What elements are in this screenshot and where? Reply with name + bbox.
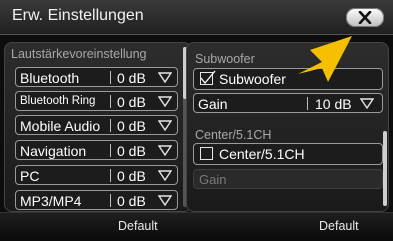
subwoofer-section-label: Subwoofer — [195, 52, 255, 66]
window-title: Erw. Einstellungen — [12, 7, 144, 24]
row-value: 0 dB — [117, 193, 146, 209]
row-value: 0 dB — [117, 143, 146, 159]
close-button[interactable] — [346, 8, 384, 27]
volume-preset-panel: Lautstärkevoreinstellung Bluetooth 0 dB … — [4, 42, 192, 212]
center-section-label: Center/5.1CH — [195, 128, 272, 142]
row-separator — [110, 169, 111, 182]
center-checkbox-label: Center/5.1CH — [219, 146, 305, 162]
chevron-down-icon — [158, 195, 172, 206]
row-value: 0 dB — [117, 118, 146, 134]
row-value: 0 dB — [117, 70, 146, 86]
row-label: Bluetooth Ring — [20, 95, 96, 107]
chevron-down-icon — [158, 72, 172, 83]
row-label: MP3/MP4 — [20, 193, 82, 209]
row-label: Navigation — [20, 143, 87, 159]
volume-row-bluetooth-ring[interactable]: Bluetooth Ring 0 dB — [15, 91, 178, 111]
volume-row-navigation[interactable]: Navigation 0 dB — [15, 140, 178, 160]
volume-row-mobile-audio[interactable]: Mobile Audio 0 dB — [15, 115, 178, 135]
subwoofer-checkbox[interactable] — [200, 70, 216, 85]
gain-label: Gain — [198, 96, 228, 112]
row-separator — [110, 71, 111, 84]
default-button-right[interactable]: Default — [319, 219, 359, 233]
volume-row-pc[interactable]: PC 0 dB — [15, 165, 178, 185]
row-separator — [307, 97, 308, 110]
row-label: Bluetooth — [20, 70, 80, 86]
chevron-down-icon — [158, 170, 172, 181]
center-checkbox-row[interactable]: Center/5.1CH — [193, 143, 383, 165]
volume-preset-label: Lautstärkevoreinstellung — [11, 47, 147, 61]
row-value: 0 dB — [117, 94, 146, 110]
row-separator — [110, 144, 111, 157]
row-separator — [110, 95, 111, 108]
center-gain-row: Gain — [193, 169, 383, 189]
subwoofer-checkbox-row[interactable]: Subwoofer — [193, 68, 383, 90]
volume-row-mp3-mp4[interactable]: MP3/MP4 0 dB — [15, 190, 178, 210]
chevron-down-icon — [360, 98, 374, 109]
chevron-down-icon — [158, 145, 172, 156]
row-label: PC — [20, 168, 40, 184]
volume-row-bluetooth[interactable]: Bluetooth 0 dB — [15, 67, 178, 87]
right-scrollbar-thumb[interactable] — [383, 131, 387, 206]
chevron-down-icon — [158, 96, 172, 107]
gain-value: 10 dB — [315, 96, 352, 112]
title-bar: Erw. Einstellungen — [0, 0, 393, 35]
chevron-down-icon — [158, 120, 172, 131]
speaker-settings-panel: Subwoofer Subwoofer Gain 10 dB Center/5.… — [186, 42, 389, 212]
row-separator — [110, 194, 111, 207]
subwoofer-checkbox-label: Subwoofer — [219, 71, 286, 87]
highlight-arrow-icon — [298, 36, 352, 82]
center-checkbox[interactable] — [200, 147, 213, 160]
check-icon — [200, 70, 216, 84]
footer-bar: Default Default — [0, 212, 393, 241]
center-gain-label: Gain — [199, 172, 227, 187]
row-label: Mobile Audio — [20, 118, 101, 134]
subwoofer-gain-row[interactable]: Gain 10 dB — [193, 93, 383, 113]
close-icon — [358, 11, 372, 24]
row-value: 0 dB — [117, 168, 146, 184]
default-button-left[interactable]: Default — [118, 219, 158, 233]
row-separator — [110, 119, 111, 132]
